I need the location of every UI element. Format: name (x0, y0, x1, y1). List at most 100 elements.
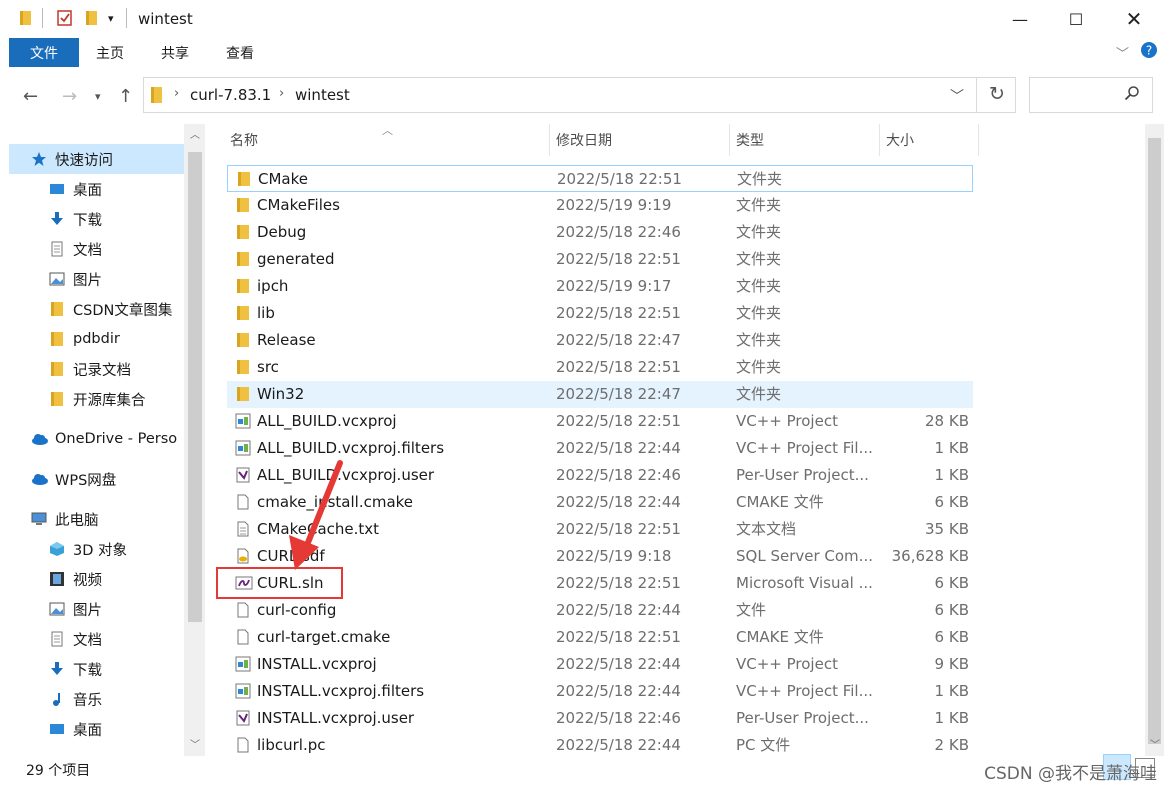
tab-view[interactable]: 查看 (226, 43, 254, 63)
desktop-icon (49, 721, 65, 737)
chevron-right-icon[interactable]: › (279, 86, 284, 101)
nav-item[interactable]: 文档 (9, 624, 205, 654)
nav-item[interactable]: 图片 (9, 594, 205, 624)
scroll-down-icon[interactable]: ﹀ (190, 736, 200, 751)
document-icon (49, 241, 65, 257)
nav-item[interactable]: 视频 (9, 564, 205, 594)
file-name: Release (257, 331, 316, 349)
file-date: 2022/5/18 22:46 (556, 466, 681, 484)
nav-item[interactable]: 此电脑 (9, 504, 205, 534)
nav-item[interactable]: 桌面📌 (9, 174, 205, 204)
file-row[interactable]: ipch 2022/5/19 9:17 文件夹 (227, 273, 973, 300)
file-type: 文件夹 (736, 277, 782, 295)
tab-home[interactable]: 主页 (96, 43, 124, 63)
nav-item[interactable]: 下载 (9, 654, 205, 684)
file-row[interactable]: INSTALL.vcxproj.user 2022/5/18 22:46 Per-U… (227, 705, 973, 732)
file-date: 2022/5/18 22:44 (556, 682, 681, 700)
file-row[interactable]: CMakeFiles 2022/5/19 9:19 文件夹 (227, 192, 973, 219)
nav-item[interactable]: CSDN文章图集 (9, 294, 205, 324)
nav-item[interactable]: 记录文档 (9, 354, 205, 384)
nav-item-label: 视频 (73, 572, 102, 589)
folder-icon (235, 197, 251, 213)
nav-scroll-thumb[interactable] (188, 152, 202, 622)
ribbon: 文件 主页 共享 查看 ﹀ ? (0, 38, 1173, 68)
minimize-button[interactable]: — (991, 0, 1049, 38)
file-type: 文件夹 (736, 385, 782, 403)
column-header-date[interactable]: 修改日期 (550, 124, 730, 156)
file-type: 文件夹 (736, 304, 782, 322)
column-header-size[interactable]: 大小 (880, 124, 979, 156)
file-icon (235, 494, 251, 510)
file-date: 2022/5/18 22:46 (556, 709, 681, 727)
folder-icon (235, 305, 251, 321)
file-row[interactable]: curl-config 2022/5/18 22:44 文件 6 KB (227, 597, 973, 624)
file-size: 28 KB (925, 412, 969, 430)
tab-share[interactable]: 共享 (161, 43, 189, 63)
nav-item[interactable]: 开源库集合 (9, 384, 205, 414)
chevron-down-icon[interactable]: ﹀ (950, 86, 964, 106)
file-date: 2022/5/18 22:44 (556, 655, 681, 673)
tab-file[interactable]: 文件 (9, 38, 79, 67)
nav-item[interactable]: 图片📌 (9, 264, 205, 294)
breadcrumb-curl[interactable]: curl-7.83.1 (190, 86, 271, 104)
chevron-right-icon[interactable]: › (174, 86, 179, 101)
back-arrow-icon[interactable]: ← (23, 86, 38, 107)
nav-item[interactable]: 3D 对象 (9, 534, 205, 564)
file-row[interactable]: INSTALL.vcxproj.filters 2022/5/18 22:44 VC… (227, 678, 973, 705)
file-size: 9 KB (934, 655, 969, 673)
nav-item[interactable]: OneDrive - Perso (9, 424, 205, 454)
nav-item[interactable]: 快速访问 (9, 144, 205, 174)
file-row[interactable]: Debug 2022/5/18 22:46 文件夹 (227, 219, 973, 246)
help-icon[interactable]: ? (1140, 41, 1158, 63)
scroll-up-icon[interactable]: ︿ (190, 126, 200, 141)
file-row[interactable]: curl-target.cmake 2022/5/18 22:51 CMAKE 文件… (227, 624, 973, 651)
nav-item[interactable]: 下载📌 (9, 204, 205, 234)
nav-item[interactable]: WPS网盘 (9, 464, 205, 494)
file-type: CMAKE 文件 (736, 628, 824, 646)
file-name: ALL_BUILD.vcxproj (257, 412, 397, 430)
scroll-down-icon[interactable]: ﹀ (1150, 736, 1160, 751)
file-row[interactable]: Release 2022/5/18 22:47 文件夹 (227, 327, 973, 354)
nav-scrollbar[interactable]: ︿ ﹀ (184, 124, 205, 756)
close-button[interactable]: ✕ (1105, 0, 1163, 38)
nav-item[interactable]: 音乐 (9, 684, 205, 714)
customize-toolbar-icon[interactable]: ▾ (108, 12, 114, 25)
up-arrow-icon[interactable]: ↑ (118, 86, 133, 107)
properties-icon[interactable] (56, 9, 74, 31)
folder-icon (236, 171, 252, 187)
file-row[interactable]: src 2022/5/18 22:51 文件夹 (227, 354, 973, 381)
file-date: 2022/5/18 22:51 (556, 520, 681, 538)
address-bar[interactable]: › curl-7.83.1 › wintest ﹀ ↻ (143, 77, 1016, 113)
file-type: 文件夹 (736, 196, 782, 214)
search-input[interactable] (1029, 77, 1153, 113)
file-type: SQL Server Com... (736, 547, 873, 565)
file-date: 2022/5/18 22:51 (557, 170, 682, 188)
nav-item[interactable]: 桌面 (9, 714, 205, 744)
new-folder-icon[interactable] (84, 9, 100, 31)
folder-icon (235, 278, 251, 294)
forward-arrow-icon[interactable]: → (62, 86, 77, 107)
file-row[interactable]: ALL_BUILD.vcxproj 2022/5/18 22:51 VC++ Pro… (227, 408, 973, 435)
breadcrumb-wintest[interactable]: wintest (295, 86, 350, 104)
list-scroll-thumb[interactable] (1148, 138, 1161, 744)
list-scrollbar[interactable]: ﹀ (1145, 124, 1164, 756)
nav-item[interactable]: pdbdir (9, 324, 205, 354)
navigation-bar: ← → ▾ ↑ › curl-7.83.1 › wintest ﹀ ↻ (0, 68, 1173, 124)
expand-ribbon-icon[interactable]: ﹀ (1116, 43, 1129, 62)
maximize-button[interactable]: ☐ (1047, 0, 1105, 38)
file-row[interactable]: CMake 2022/5/18 22:51 文件夹 (227, 165, 973, 192)
vcxproj-icon (235, 683, 251, 699)
annotation-arrow-icon (289, 460, 343, 570)
recent-locations-icon[interactable]: ▾ (95, 90, 101, 103)
file-row[interactable]: generated 2022/5/18 22:51 文件夹 (227, 246, 973, 273)
column-header-name[interactable]: 名称 (224, 124, 550, 156)
file-row[interactable]: Win32 2022/5/18 22:47 文件夹 (227, 381, 973, 408)
file-name: src (257, 358, 279, 376)
nav-item[interactable]: 文档📌 (9, 234, 205, 264)
file-row[interactable]: libcurl.pc 2022/5/18 22:44 PC 文件 2 KB (227, 732, 973, 756)
file-row[interactable]: lib 2022/5/18 22:51 文件夹 (227, 300, 973, 327)
column-header-type[interactable]: 类型 (730, 124, 880, 156)
file-size: 6 KB (934, 493, 969, 511)
file-row[interactable]: INSTALL.vcxproj 2022/5/18 22:44 VC++ Proje… (227, 651, 973, 678)
refresh-icon[interactable]: ↻ (989, 83, 1005, 105)
